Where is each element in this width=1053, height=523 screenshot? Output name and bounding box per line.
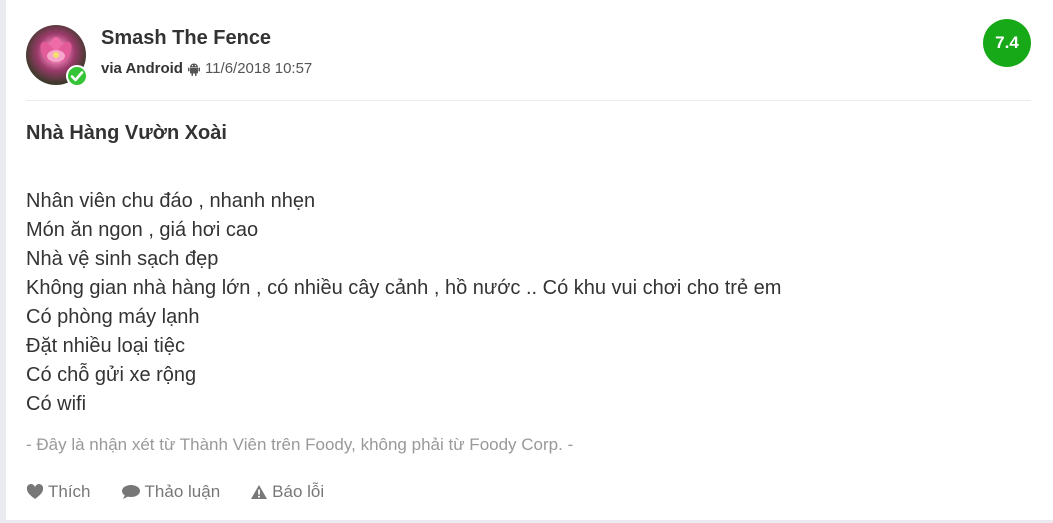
review-body: Nhân viên chu đáo , nhanh nhẹn Món ăn ng… bbox=[26, 187, 781, 419]
report-button[interactable]: Báo lỗi bbox=[250, 482, 324, 502]
divider bbox=[26, 100, 1031, 101]
timestamp: 11/6/2018 10:57 bbox=[204, 60, 313, 77]
review-line: Món ăn ngon , giá hơi cao bbox=[26, 219, 259, 241]
review-card: Smash The Fence via Android 11/6/2018 10… bbox=[6, 0, 1053, 520]
review-meta: via Android 11/6/2018 10:57 bbox=[101, 60, 312, 77]
review-line: Có phòng máy lạnh bbox=[26, 306, 200, 328]
check-icon bbox=[70, 71, 84, 82]
report-label: Báo lỗi bbox=[272, 482, 325, 501]
like-button[interactable]: Thích bbox=[26, 482, 91, 502]
verified-badge bbox=[66, 65, 88, 87]
discuss-label: Thảo luận bbox=[144, 482, 221, 501]
score-badge: 7.4 bbox=[983, 19, 1031, 67]
action-bar: Thích Thảo luận Báo lỗi bbox=[26, 482, 354, 502]
android-icon bbox=[187, 63, 200, 76]
review-line: Có wifi bbox=[26, 393, 87, 415]
review-line: Đặt nhiều loại tiệc bbox=[26, 335, 185, 357]
review-line: Có chỗ gửi xe rộng bbox=[26, 364, 197, 386]
warning-icon bbox=[251, 485, 268, 499]
like-label: Thích bbox=[48, 482, 91, 501]
review-line: Không gian nhà hàng lớn , có nhiều cây c… bbox=[26, 277, 782, 299]
via-label: via Android bbox=[101, 60, 183, 77]
review-line: Nhà vệ sinh sạch đẹp bbox=[26, 248, 219, 270]
heart-icon bbox=[26, 484, 44, 499]
user-name[interactable]: Smash The Fence bbox=[101, 27, 271, 50]
discuss-button[interactable]: Thảo luận bbox=[121, 482, 221, 502]
comment-icon bbox=[121, 485, 140, 499]
disclaimer: - Đây là nhận xét từ Thành Viên trên Foo… bbox=[26, 435, 574, 454]
review-title[interactable]: Nhà Hàng Vườn Xoài bbox=[26, 122, 227, 145]
avatar[interactable] bbox=[26, 25, 88, 87]
review-line: Nhân viên chu đáo , nhanh nhẹn bbox=[26, 190, 316, 212]
